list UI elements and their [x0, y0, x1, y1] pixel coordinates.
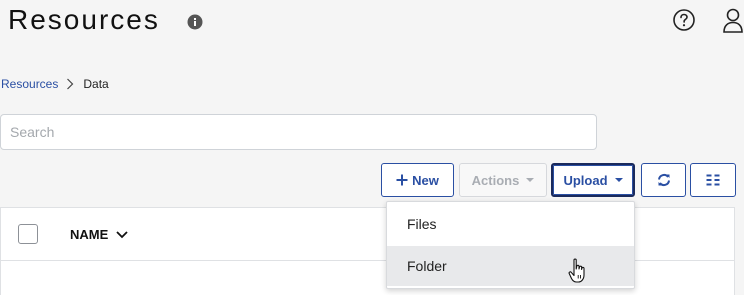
- upload-menu-item-files-label: Files: [407, 216, 437, 232]
- select-all-checkbox[interactable]: [18, 224, 38, 244]
- upload-button-label: Upload: [563, 172, 608, 188]
- new-button[interactable]: New: [381, 163, 454, 197]
- caret-down-icon: [526, 178, 535, 182]
- breadcrumb-link-resources[interactable]: Resources: [1, 77, 58, 91]
- columns-button[interactable]: [690, 163, 736, 197]
- resources-page: Resources Resources Data New Actions Upl…: [0, 0, 744, 295]
- search-input[interactable]: [0, 114, 597, 150]
- upload-menu-item-files[interactable]: Files: [387, 204, 634, 244]
- actions-button[interactable]: Actions: [459, 163, 547, 197]
- help-icon[interactable]: [672, 8, 696, 32]
- column-header-name[interactable]: NAME: [70, 227, 128, 242]
- page-title: Resources: [8, 4, 160, 35]
- upload-menu-item-folder-label: Folder: [407, 258, 447, 274]
- upload-dropdown-menu: Files Folder: [386, 201, 635, 289]
- caret-down-icon: [614, 178, 623, 182]
- refresh-button[interactable]: [641, 163, 686, 197]
- user-icon[interactable]: [722, 7, 744, 33]
- chevron-right-icon: [67, 78, 74, 90]
- column-header-name-label: NAME: [70, 227, 109, 242]
- upload-button[interactable]: Upload: [551, 163, 635, 197]
- new-button-label: New: [412, 172, 439, 188]
- refresh-icon: [657, 173, 670, 187]
- info-icon[interactable]: [187, 14, 203, 30]
- plus-icon: [396, 174, 408, 186]
- chevron-down-icon: [116, 230, 128, 238]
- actions-button-label: Actions: [471, 172, 520, 188]
- upload-menu-item-folder[interactable]: Folder: [387, 246, 634, 286]
- hand-pointer-icon: [568, 258, 585, 283]
- breadcrumb-current-data: Data: [83, 77, 109, 91]
- columns-icon: [706, 174, 720, 186]
- breadcrumb: Resources Data: [1, 77, 109, 91]
